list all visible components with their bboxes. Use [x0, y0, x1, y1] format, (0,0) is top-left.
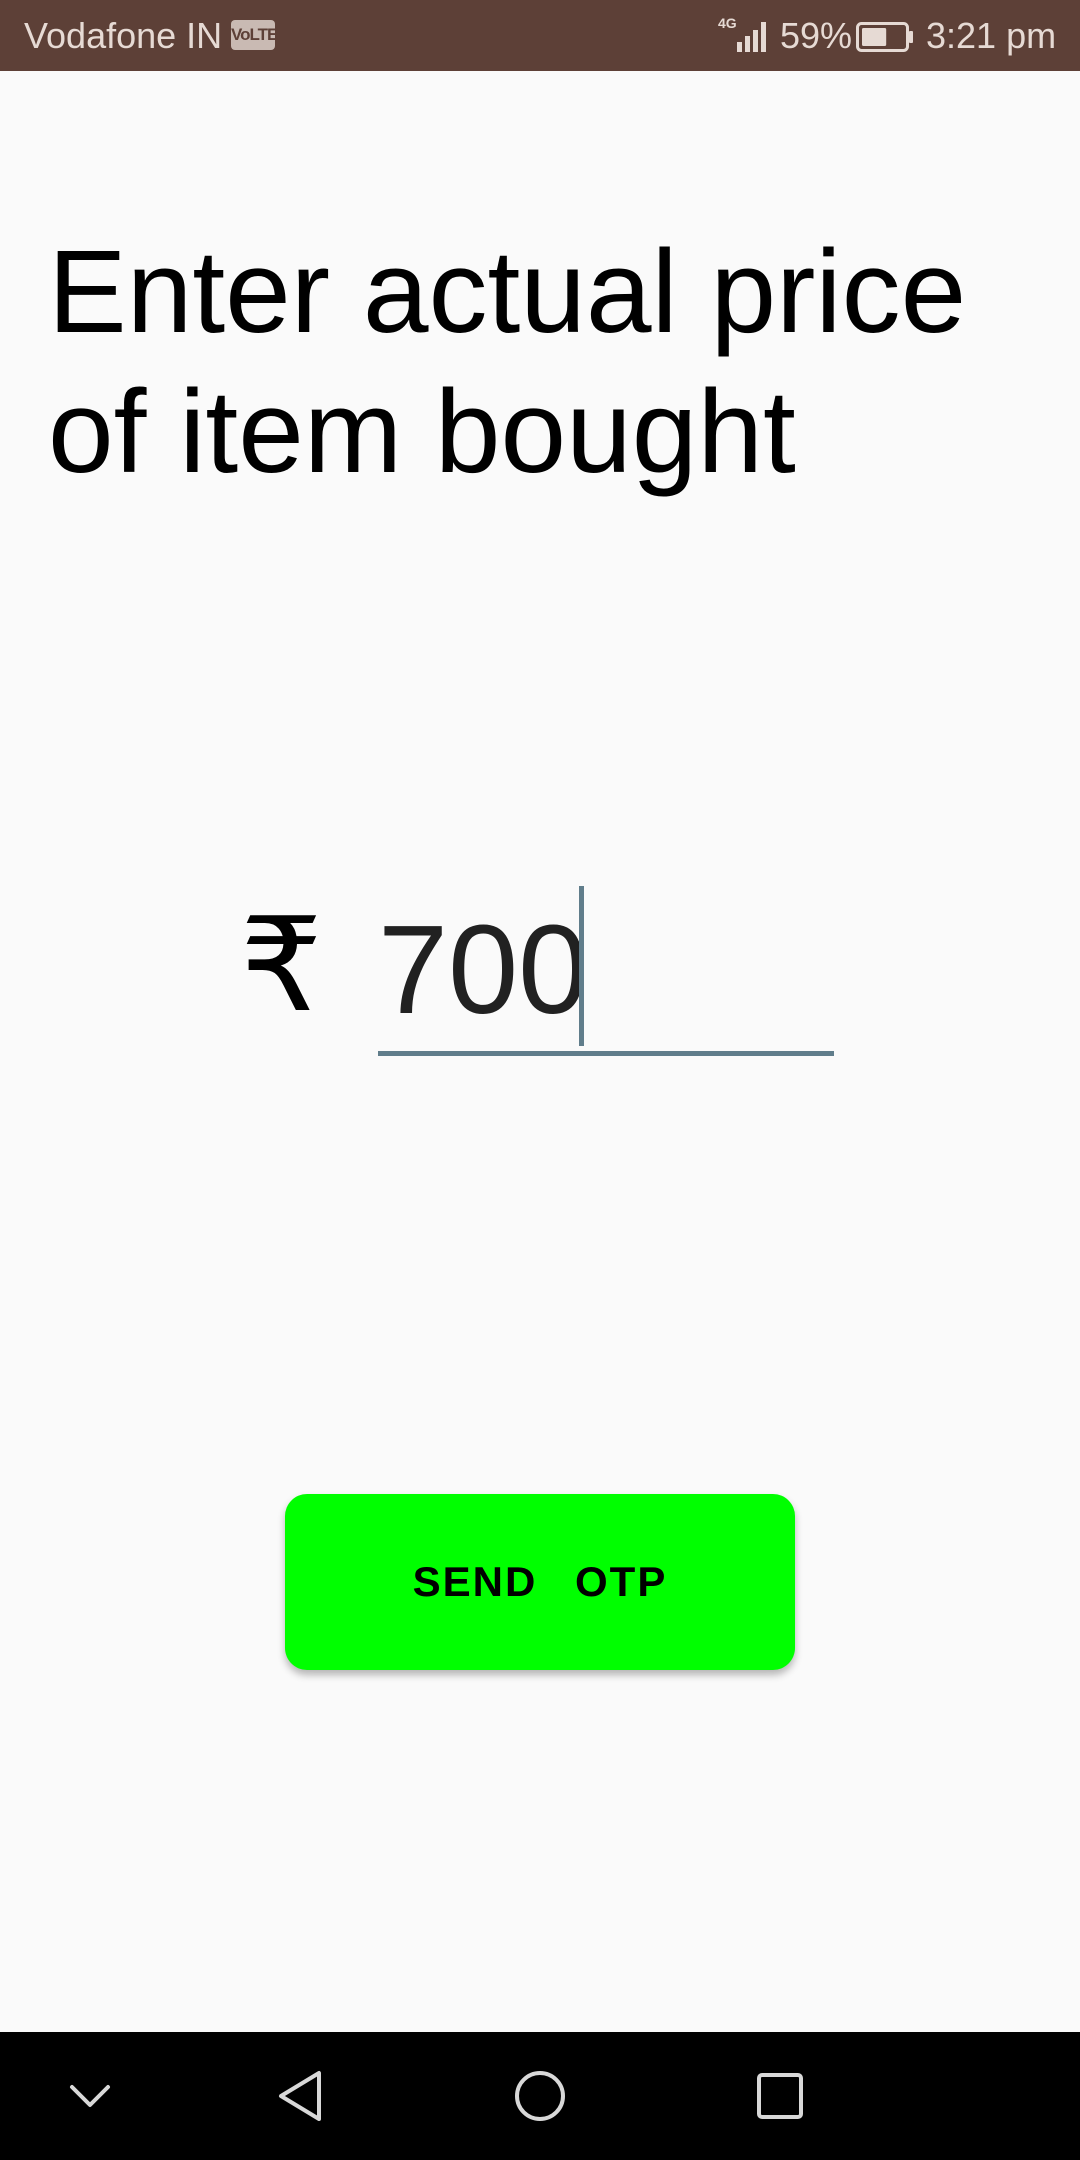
- screen: Vodafone IN VoLTE 4G 59% 3:21 pm Enter a…: [0, 0, 1080, 2160]
- recents-icon[interactable]: [740, 2056, 820, 2136]
- text-cursor: [579, 886, 584, 1046]
- chevron-down-icon[interactable]: [50, 2056, 130, 2136]
- signal-icon: [735, 18, 773, 52]
- send-otp-button[interactable]: SEND OTP: [285, 1494, 795, 1670]
- page-title: Enter actual price of item bought: [48, 226, 967, 498]
- price-input-value[interactable]: 700: [378, 900, 588, 1040]
- price-input[interactable]: 700: [378, 880, 834, 1056]
- currency-symbol: ₹: [240, 889, 323, 1041]
- clock: 3:21 pm: [926, 15, 1057, 56]
- back-icon[interactable]: [260, 2056, 340, 2136]
- status-bar: Vodafone IN VoLTE 4G 59% 3:21 pm: [0, 0, 1080, 71]
- network-type: 4G: [718, 15, 737, 31]
- volte-badge: VoLTE: [231, 20, 278, 50]
- home-icon[interactable]: [500, 2056, 580, 2136]
- battery-icon: [856, 22, 914, 52]
- battery-percent: 59%: [780, 15, 853, 56]
- navigation-bar: [0, 2032, 1080, 2160]
- carrier-name: Vodafone IN: [24, 15, 223, 56]
